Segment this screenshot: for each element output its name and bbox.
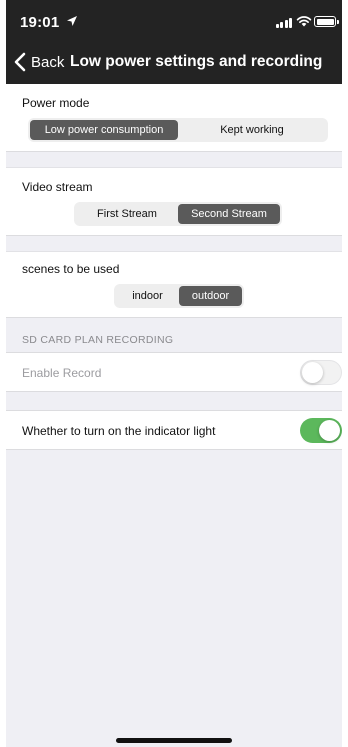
scenes-option-outdoor[interactable]: outdoor <box>179 286 242 306</box>
status-time: 19:01 <box>20 14 60 31</box>
wifi-icon <box>296 16 312 27</box>
nav-bar: Back Low power settings and recording <box>6 44 342 80</box>
frame-right-edge <box>342 0 348 747</box>
video-stream-segmented-control: First Stream Second Stream <box>74 202 282 226</box>
sd-card-header-text: SD CARD PLAN RECORDING <box>22 334 174 346</box>
enable-record-row: Enable Record <box>6 352 342 392</box>
back-button[interactable]: Back <box>14 50 64 74</box>
toggle-knob <box>302 362 323 383</box>
power-mode-section: Power mode Low power consumption Kept wo… <box>6 84 342 152</box>
indicator-light-label: Whether to turn on the indicator light <box>22 424 216 438</box>
video-stream-option-second[interactable]: Second Stream <box>178 204 280 224</box>
section-spacer <box>6 392 342 410</box>
scenes-section: scenes to be used indoor outdoor <box>6 252 342 318</box>
power-mode-segmented-control: Low power consumption Kept working <box>28 118 328 142</box>
location-arrow-icon <box>67 16 77 26</box>
enable-record-toggle[interactable] <box>300 360 342 385</box>
video-stream-option-first[interactable]: First Stream <box>76 204 178 224</box>
settings-content: Power mode Low power consumption Kept wo… <box>6 84 342 450</box>
section-spacer <box>6 236 342 252</box>
status-bar: 19:01 <box>6 0 342 40</box>
indicator-light-row: Whether to turn on the indicator light <box>6 410 342 450</box>
video-stream-section: Video stream First Stream Second Stream <box>6 168 342 236</box>
battery-icon <box>314 16 339 27</box>
sd-card-group-header: SD CARD PLAN RECORDING <box>6 318 342 352</box>
section-spacer <box>6 152 342 168</box>
toggle-knob <box>319 420 340 441</box>
home-indicator[interactable] <box>116 738 232 743</box>
scenes-label: scenes to be used <box>22 262 120 276</box>
indicator-light-toggle[interactable] <box>300 418 342 443</box>
scenes-segmented-control: indoor outdoor <box>114 284 244 308</box>
power-mode-label: Power mode <box>22 96 90 110</box>
power-mode-option-low-power[interactable]: Low power consumption <box>30 120 178 140</box>
frame-left-edge <box>0 0 6 747</box>
scenes-option-indoor[interactable]: indoor <box>116 286 179 306</box>
app-header: 19:01 Back Low power settings and record… <box>6 0 342 84</box>
back-label: Back <box>31 53 65 71</box>
enable-record-label: Enable Record <box>22 366 102 380</box>
signal-icon <box>275 17 292 28</box>
power-mode-option-kept-working[interactable]: Kept working <box>178 120 326 140</box>
video-stream-label: Video stream <box>22 180 93 194</box>
chevron-left-icon <box>14 52 26 72</box>
page-title: Low power settings and recording <box>70 53 323 70</box>
